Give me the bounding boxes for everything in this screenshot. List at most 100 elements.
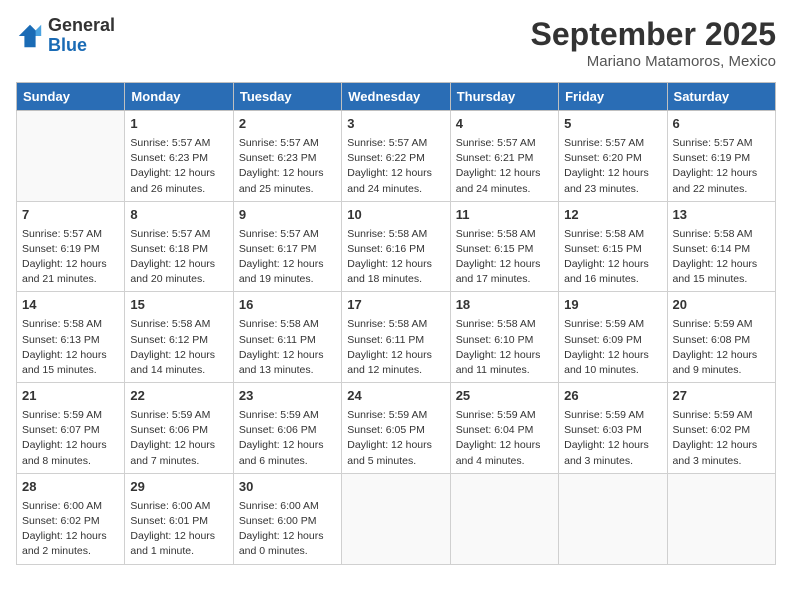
location-subtitle: Mariano Matamoros, Mexico xyxy=(531,53,776,70)
day-info: Sunrise: 5:58 AM Sunset: 6:12 PM Dayligh… xyxy=(130,317,227,378)
day-number: 22 xyxy=(130,387,227,406)
calendar-day: 29Sunrise: 6:00 AM Sunset: 6:01 PM Dayli… xyxy=(125,473,233,564)
col-header-thursday: Thursday xyxy=(450,83,558,111)
day-number: 24 xyxy=(347,387,444,406)
day-info: Sunrise: 5:58 AM Sunset: 6:16 PM Dayligh… xyxy=(347,227,444,288)
day-number: 2 xyxy=(239,115,336,134)
day-number: 3 xyxy=(347,115,444,134)
day-info: Sunrise: 5:59 AM Sunset: 6:03 PM Dayligh… xyxy=(564,408,661,469)
calendar-day: 30 Sunrise: 6:00 AM Sunset: 6:00 PM Dayli… xyxy=(233,473,341,564)
day-number: 17 xyxy=(347,296,444,315)
day-number: 18 xyxy=(456,296,553,315)
calendar-day: 22 Sunrise: 5:59 AM Sunset: 6:06 PM Dayli… xyxy=(125,383,233,474)
day-info: Sunrise: 5:58 AM Sunset: 6:13 PM Dayligh… xyxy=(22,317,119,378)
day-info: Sunrise: 5:57 AM Sunset: 6:22 PM Dayligh… xyxy=(347,136,444,197)
calendar-day: 17 Sunrise: 5:58 AM Sunset: 6:11 PM Dayli… xyxy=(342,292,450,383)
logo-icon xyxy=(16,22,44,50)
day-number: 14 xyxy=(22,296,119,315)
calendar-day xyxy=(450,473,558,564)
calendar-day: 4 Sunrise: 5:57 AM Sunset: 6:21 PM Daylig… xyxy=(450,111,558,202)
calendar-week-2: 7 Sunrise: 5:57 AM Sunset: 6:19 PM Daylig… xyxy=(17,201,776,292)
calendar-day: 23Sunrise: 5:59 AM Sunset: 6:06 PM Dayli… xyxy=(233,383,341,474)
calendar-day xyxy=(17,111,125,202)
day-number: 11 xyxy=(456,206,553,225)
calendar-day: 16Sunrise: 5:58 AM Sunset: 6:11 PM Dayli… xyxy=(233,292,341,383)
day-number: 8 xyxy=(130,206,227,225)
calendar-day xyxy=(667,473,775,564)
day-info: Sunrise: 5:59 AM Sunset: 6:08 PM Dayligh… xyxy=(673,317,770,378)
logo: General Blue xyxy=(16,16,115,56)
calendar-table: SundayMondayTuesdayWednesdayThursdayFrid… xyxy=(16,82,776,565)
day-number: 29 xyxy=(130,478,227,497)
day-number: 15 xyxy=(130,296,227,315)
logo-line2: Blue xyxy=(48,36,115,56)
day-number: 27 xyxy=(673,387,770,406)
calendar-day: 13 Sunrise: 5:58 AM Sunset: 6:14 PM Dayli… xyxy=(667,201,775,292)
day-number: 1 xyxy=(130,115,227,134)
day-info: Sunrise: 5:59 AM Sunset: 6:07 PM Dayligh… xyxy=(22,408,119,469)
col-header-saturday: Saturday xyxy=(667,83,775,111)
day-number: 13 xyxy=(673,206,770,225)
day-number: 4 xyxy=(456,115,553,134)
day-number: 6 xyxy=(673,115,770,134)
day-info: Sunrise: 5:57 AM Sunset: 6:23 PM Dayligh… xyxy=(239,136,336,197)
day-info: Sunrise: 6:00 AM Sunset: 6:00 PM Dayligh… xyxy=(239,499,336,560)
calendar-day: 28 Sunrise: 6:00 AM Sunset: 6:02 PM Dayli… xyxy=(17,473,125,564)
day-number: 9 xyxy=(239,206,336,225)
day-number: 30 xyxy=(239,478,336,497)
col-header-friday: Friday xyxy=(559,83,667,111)
calendar-day: 8 Sunrise: 5:57 AM Sunset: 6:18 PM Daylig… xyxy=(125,201,233,292)
day-info: Sunrise: 5:59 AM Sunset: 6:06 PM Dayligh… xyxy=(130,408,227,469)
calendar-day: 9 Sunrise: 5:57 AM Sunset: 6:17 PM Daylig… xyxy=(233,201,341,292)
day-info: Sunrise: 5:59 AM Sunset: 6:02 PM Dayligh… xyxy=(673,408,770,469)
calendar-week-1: 1 Sunrise: 5:57 AM Sunset: 6:23 PM Daylig… xyxy=(17,111,776,202)
day-number: 19 xyxy=(564,296,661,315)
col-header-sunday: Sunday xyxy=(17,83,125,111)
calendar-week-3: 14 Sunrise: 5:58 AM Sunset: 6:13 PM Dayli… xyxy=(17,292,776,383)
day-info: Sunrise: 5:58 AM Sunset: 6:11 PM Dayligh… xyxy=(347,317,444,378)
day-number: 7 xyxy=(22,206,119,225)
calendar-day: 18Sunrise: 5:58 AM Sunset: 6:10 PM Dayli… xyxy=(450,292,558,383)
calendar-day: 11Sunrise: 5:58 AM Sunset: 6:15 PM Dayli… xyxy=(450,201,558,292)
day-number: 21 xyxy=(22,387,119,406)
calendar-day: 5Sunrise: 5:57 AM Sunset: 6:20 PM Daylig… xyxy=(559,111,667,202)
day-info: Sunrise: 5:58 AM Sunset: 6:14 PM Dayligh… xyxy=(673,227,770,288)
day-info: Sunrise: 6:00 AM Sunset: 6:02 PM Dayligh… xyxy=(22,499,119,560)
calendar-day: 19 Sunrise: 5:59 AM Sunset: 6:09 PM Dayli… xyxy=(559,292,667,383)
logo-line1: General xyxy=(48,16,115,36)
calendar-day: 6 Sunrise: 5:57 AM Sunset: 6:19 PM Daylig… xyxy=(667,111,775,202)
col-header-monday: Monday xyxy=(125,83,233,111)
day-info: Sunrise: 5:58 AM Sunset: 6:15 PM Dayligh… xyxy=(564,227,661,288)
calendar-day: 27 Sunrise: 5:59 AM Sunset: 6:02 PM Dayli… xyxy=(667,383,775,474)
day-info: Sunrise: 5:57 AM Sunset: 6:19 PM Dayligh… xyxy=(22,227,119,288)
calendar-day: 12 Sunrise: 5:58 AM Sunset: 6:15 PM Dayli… xyxy=(559,201,667,292)
day-info: Sunrise: 5:57 AM Sunset: 6:18 PM Dayligh… xyxy=(130,227,227,288)
calendar-day: 24 Sunrise: 5:59 AM Sunset: 6:05 PM Dayli… xyxy=(342,383,450,474)
calendar-day: 3 Sunrise: 5:57 AM Sunset: 6:22 PM Daylig… xyxy=(342,111,450,202)
page-header: General Blue September 2025 Mariano Mata… xyxy=(16,16,776,70)
day-number: 12 xyxy=(564,206,661,225)
calendar-day: 25 Sunrise: 5:59 AM Sunset: 6:04 PM Dayli… xyxy=(450,383,558,474)
calendar-day: 21 Sunrise: 5:59 AM Sunset: 6:07 PM Dayli… xyxy=(17,383,125,474)
day-info: Sunrise: 5:57 AM Sunset: 6:19 PM Dayligh… xyxy=(673,136,770,197)
day-number: 28 xyxy=(22,478,119,497)
day-info: Sunrise: 5:59 AM Sunset: 6:09 PM Dayligh… xyxy=(564,317,661,378)
calendar-day: 2 Sunrise: 5:57 AM Sunset: 6:23 PM Daylig… xyxy=(233,111,341,202)
day-number: 26 xyxy=(564,387,661,406)
day-info: Sunrise: 5:59 AM Sunset: 6:05 PM Dayligh… xyxy=(347,408,444,469)
calendar-day: 15 Sunrise: 5:58 AM Sunset: 6:12 PM Dayli… xyxy=(125,292,233,383)
day-info: Sunrise: 5:57 AM Sunset: 6:17 PM Dayligh… xyxy=(239,227,336,288)
calendar-day: 10 Sunrise: 5:58 AM Sunset: 6:16 PM Dayli… xyxy=(342,201,450,292)
calendar-day: 1Sunrise: 5:57 AM Sunset: 6:23 PM Daylig… xyxy=(125,111,233,202)
calendar-day: 26 Sunrise: 5:59 AM Sunset: 6:03 PM Dayli… xyxy=(559,383,667,474)
day-number: 23 xyxy=(239,387,336,406)
calendar-day: 14 Sunrise: 5:58 AM Sunset: 6:13 PM Dayli… xyxy=(17,292,125,383)
day-info: Sunrise: 5:59 AM Sunset: 6:04 PM Dayligh… xyxy=(456,408,553,469)
day-number: 5 xyxy=(564,115,661,134)
day-number: 25 xyxy=(456,387,553,406)
day-number: 10 xyxy=(347,206,444,225)
calendar-week-5: 28 Sunrise: 6:00 AM Sunset: 6:02 PM Dayli… xyxy=(17,473,776,564)
day-info: Sunrise: 5:57 AM Sunset: 6:21 PM Dayligh… xyxy=(456,136,553,197)
calendar-day xyxy=(559,473,667,564)
day-info: Sunrise: 5:58 AM Sunset: 6:11 PM Dayligh… xyxy=(239,317,336,378)
